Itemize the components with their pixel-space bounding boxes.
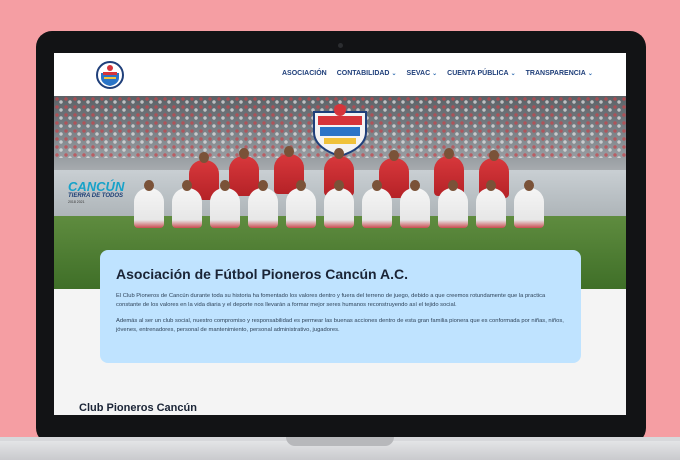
menu-item-cuenta-publica[interactable]: CUENTA PÚBLICA ⌄ (447, 70, 515, 77)
main-menu: ASOCIACIÓN CONTABILIDAD ⌄ SEVAC ⌄ CUENTA… (282, 70, 593, 77)
banner-title: CANCÚN (68, 179, 125, 194)
section-title: Club Pioneros Cancún (79, 402, 197, 414)
chevron-down-icon: ⌄ (432, 71, 438, 77)
player (362, 180, 392, 228)
menu-label: TRANSPARENCIA (525, 70, 586, 77)
club-crest-icon[interactable] (96, 61, 124, 89)
intro-paragraph: Además al ser un club social, nuestro co… (116, 318, 564, 333)
player (248, 180, 278, 228)
chevron-down-icon: ⌄ (510, 71, 516, 77)
intro-title: Asociación de Fútbol Pioneros Cancún A.C… (116, 266, 408, 282)
menu-label: CUENTA PÚBLICA (447, 70, 509, 77)
menu-label: SEVAC (406, 70, 431, 77)
player (514, 180, 544, 228)
camera-icon (338, 43, 343, 48)
banner-years: 2018 2021 (68, 200, 85, 204)
menu-item-asociacion[interactable]: ASOCIACIÓN (282, 70, 327, 77)
chevron-down-icon: ⌄ (587, 71, 593, 77)
player (286, 180, 316, 228)
cancun-banner: CANCÚN TIERRA DE TODOS 2018 2021 (68, 180, 136, 216)
menu-item-contabilidad[interactable]: CONTABILIDAD ⌄ (337, 70, 397, 77)
site-header: ASOCIACIÓN CONTABILIDAD ⌄ SEVAC ⌄ CUENTA… (54, 53, 626, 96)
website-screen: ASOCIACIÓN CONTABILIDAD ⌄ SEVAC ⌄ CUENTA… (54, 53, 626, 415)
player (438, 180, 468, 228)
player (172, 180, 202, 228)
player (134, 180, 164, 228)
banner-subtitle: TIERRA DE TODOS (68, 193, 124, 199)
player (476, 180, 506, 228)
player (210, 180, 240, 228)
menu-item-sevac[interactable]: SEVAC ⌄ (407, 70, 438, 77)
intro-paragraph: El Club Pioneros de Cancún durante toda … (116, 293, 546, 308)
player (400, 180, 430, 228)
laptop-notch (286, 437, 394, 446)
player (324, 180, 354, 228)
menu-item-transparencia[interactable]: TRANSPARENCIA ⌄ (526, 70, 593, 77)
menu-label: CONTABILIDAD (336, 70, 390, 77)
chevron-down-icon: ⌄ (391, 71, 397, 77)
menu-label: ASOCIACIÓN (282, 70, 327, 77)
intro-card: Asociación de Fútbol Pioneros Cancún A.C… (100, 250, 581, 363)
